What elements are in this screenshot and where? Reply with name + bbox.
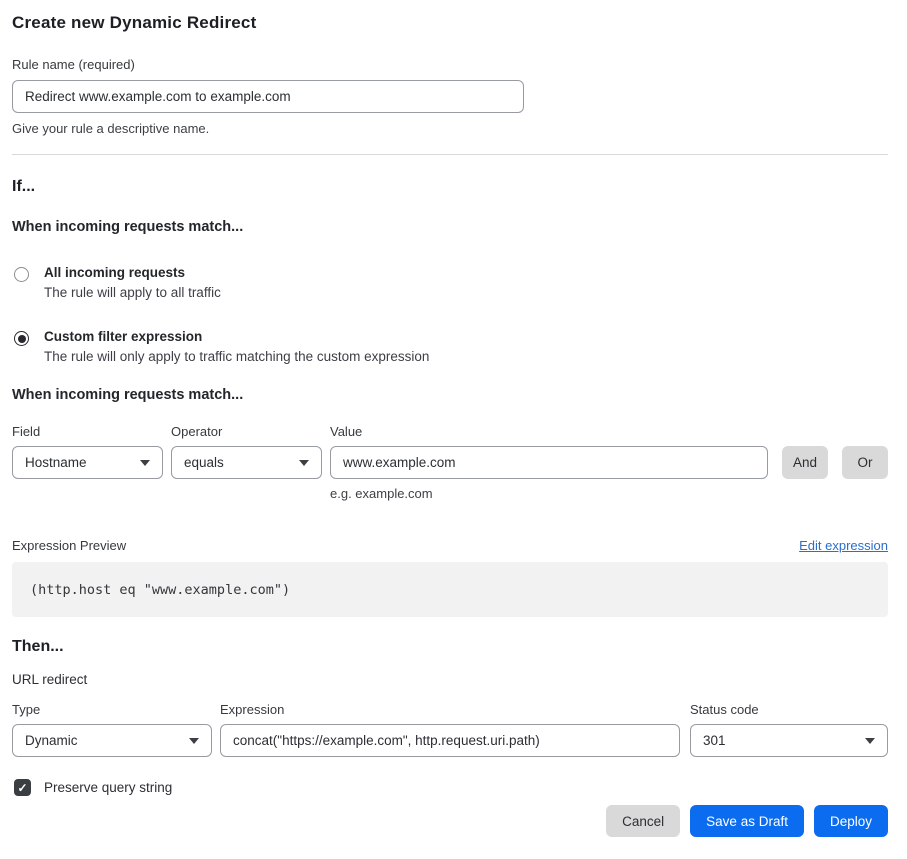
radio-option-all-requests[interactable]: All incoming requests The rule will appl… [12, 265, 888, 300]
radio-button-unselected[interactable] [14, 267, 29, 282]
value-input[interactable] [330, 446, 768, 479]
type-select-value: Dynamic [25, 733, 78, 748]
field-label: Field [12, 424, 171, 439]
section-divider [12, 154, 888, 155]
radio-option-description: The rule will apply to all traffic [44, 285, 221, 300]
url-redirect-label: URL redirect [12, 672, 888, 687]
expression-preview-header: Expression Preview Edit expression [12, 538, 888, 553]
chevron-down-icon [189, 738, 199, 744]
rule-name-label: Rule name (required) [12, 57, 888, 72]
then-labels-row: Type Expression Status code [12, 702, 888, 717]
radio-option-label[interactable]: Custom filter expression [44, 329, 429, 344]
preserve-query-row[interactable]: ✓ Preserve query string [12, 779, 888, 796]
if-heading: If... [12, 178, 888, 196]
and-button[interactable]: And [782, 446, 828, 479]
form-footer: Cancel Save as Draft Deploy [12, 805, 888, 837]
radio-button-selected[interactable] [14, 331, 29, 346]
radio-option-label[interactable]: All incoming requests [44, 265, 221, 280]
operator-label: Operator [171, 424, 330, 439]
field-select[interactable]: Hostname [12, 446, 163, 479]
page-title: Create new Dynamic Redirect [12, 13, 888, 33]
operator-select[interactable]: equals [171, 446, 322, 479]
rule-name-input[interactable] [12, 80, 524, 113]
save-as-draft-button[interactable]: Save as Draft [690, 805, 804, 837]
status-code-select-value: 301 [703, 733, 726, 748]
expression-preview-label: Expression Preview [12, 538, 126, 553]
preserve-query-checkbox[interactable]: ✓ [14, 779, 31, 796]
value-label: Value [330, 424, 888, 439]
redirect-expression-input[interactable] [220, 724, 680, 757]
chevron-down-icon [299, 460, 309, 466]
chevron-down-icon [865, 738, 875, 744]
if-subheading: When incoming requests match... [12, 219, 888, 235]
status-code-select[interactable]: 301 [690, 724, 888, 757]
status-code-label: Status code [690, 702, 888, 717]
cancel-button[interactable]: Cancel [606, 805, 680, 837]
edit-expression-link[interactable]: Edit expression [799, 538, 888, 553]
preserve-query-label[interactable]: Preserve query string [44, 780, 172, 795]
expression-code-text: (http.host eq "www.example.com") [30, 582, 290, 598]
expression-label: Expression [220, 702, 690, 717]
expression-preview-code: (http.host eq "www.example.com") [12, 562, 888, 617]
radio-option-description: The rule will only apply to traffic matc… [44, 349, 429, 364]
operator-select-value: equals [184, 455, 224, 470]
value-help: e.g. example.com [330, 486, 888, 501]
check-icon: ✓ [17, 781, 27, 795]
field-select-value: Hostname [25, 455, 87, 470]
or-button[interactable]: Or [842, 446, 888, 479]
deploy-button[interactable]: Deploy [814, 805, 888, 837]
type-label: Type [12, 702, 220, 717]
type-select[interactable]: Dynamic [12, 724, 212, 757]
chevron-down-icon [140, 460, 150, 466]
matcher-heading: When incoming requests match... [12, 387, 888, 403]
then-controls-row: Dynamic 301 [12, 724, 888, 757]
matcher-controls-row: Hostname equals And Or [12, 446, 888, 479]
matcher-labels-row: Field Operator Value [12, 424, 888, 439]
radio-option-custom-filter[interactable]: Custom filter expression The rule will o… [12, 329, 888, 364]
create-dynamic-redirect-form: Create new Dynamic Redirect Rule name (r… [0, 0, 907, 859]
then-heading: Then... [12, 638, 888, 656]
rule-name-help: Give your rule a descriptive name. [12, 121, 888, 136]
